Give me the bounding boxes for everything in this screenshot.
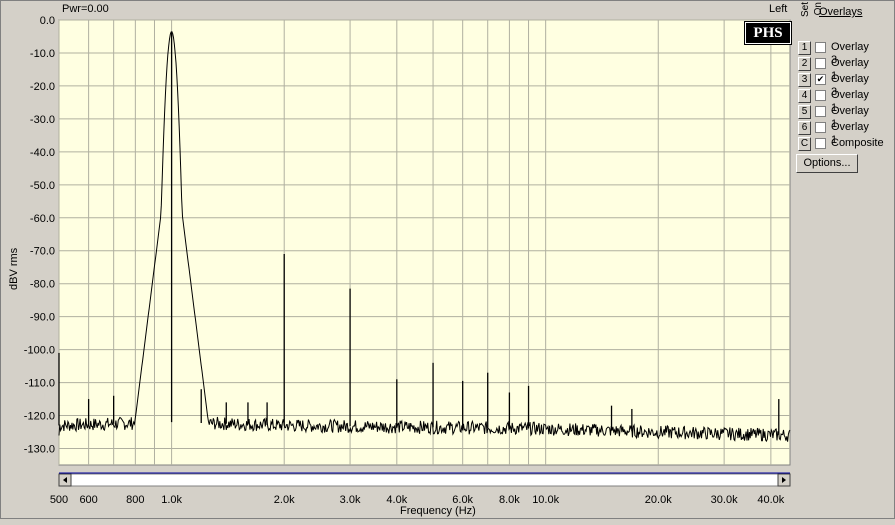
overlay-on-checkbox[interactable]: [815, 90, 826, 101]
x-axis-label: Frequency (Hz): [400, 505, 476, 517]
y-tick-label: -110.0: [25, 378, 55, 390]
x-tick-label: 500: [50, 494, 68, 506]
overlay-label: Composite: [831, 137, 884, 149]
overlay-on-checkbox[interactable]: ✔: [815, 74, 826, 85]
x-tick-label: 20.0k: [645, 494, 672, 506]
overlay-on-checkbox[interactable]: [815, 106, 826, 117]
overlay-on-checkbox[interactable]: [815, 42, 826, 53]
set-column-header: Set: [800, 2, 811, 18]
plot-area: [58, 19, 791, 466]
y-tick-label: -80.0: [30, 279, 55, 291]
overlays-title[interactable]: Overlays: [819, 6, 862, 18]
x-tick-label: 8.0k: [499, 494, 520, 506]
overlay-set-button[interactable]: 5: [798, 105, 811, 119]
options-button[interactable]: Options...: [796, 154, 858, 173]
overlay-on-checkbox[interactable]: [815, 138, 826, 149]
y-tick-label: -90.0: [30, 312, 55, 324]
y-tick-label: -100.0: [24, 345, 55, 357]
overlay-set-button[interactable]: 2: [798, 57, 811, 71]
y-tick-label: -10.0: [30, 48, 55, 60]
power-readout: Pwr=0.00: [62, 3, 109, 15]
x-tick-label: 600: [79, 494, 97, 506]
overlay-on-checkbox[interactable]: [815, 122, 826, 133]
y-tick-label: -60.0: [30, 213, 55, 225]
y-tick-label: -50.0: [30, 180, 55, 192]
y-tick-label: -70.0: [30, 246, 55, 258]
overlay-set-button[interactable]: 1: [798, 41, 811, 55]
y-tick-label: -30.0: [30, 114, 55, 126]
y-tick-label: -20.0: [30, 81, 55, 93]
y-tick-label: -120.0: [24, 411, 55, 423]
x-tick-label: 800: [126, 494, 144, 506]
x-tick-label: 2.0k: [274, 494, 295, 506]
overlay-on-checkbox[interactable]: [815, 58, 826, 69]
x-tick-label: 40.0k: [757, 494, 784, 506]
channel-label: Left: [769, 3, 788, 15]
y-tick-label: -40.0: [30, 147, 55, 159]
overlay-set-button[interactable]: 6: [798, 121, 811, 135]
x-tick-label: 10.0k: [532, 494, 559, 506]
spectrum-chart: 0.0 -10.0 -20.0 -30.0 -40.0 -50.0 -60.0 -70.0 -8…: [24, 15, 791, 506]
horizontal-scrollbar: [58, 473, 791, 487]
overlay-set-button[interactable]: C: [798, 137, 811, 151]
y-tick-label: -130.0: [24, 444, 55, 456]
y-tick-label: 0.0: [40, 15, 55, 27]
x-tick-label: 30.0k: [711, 494, 738, 506]
x-tick-label: 3.0k: [340, 494, 361, 506]
x-tick-label: 1.0k: [161, 494, 182, 506]
phs-logo: PHS: [744, 21, 792, 45]
y-axis-label: dBV rms: [8, 247, 20, 290]
overlay-set-button[interactable]: 3: [798, 73, 811, 87]
overlay-set-button[interactable]: 4: [798, 89, 811, 103]
